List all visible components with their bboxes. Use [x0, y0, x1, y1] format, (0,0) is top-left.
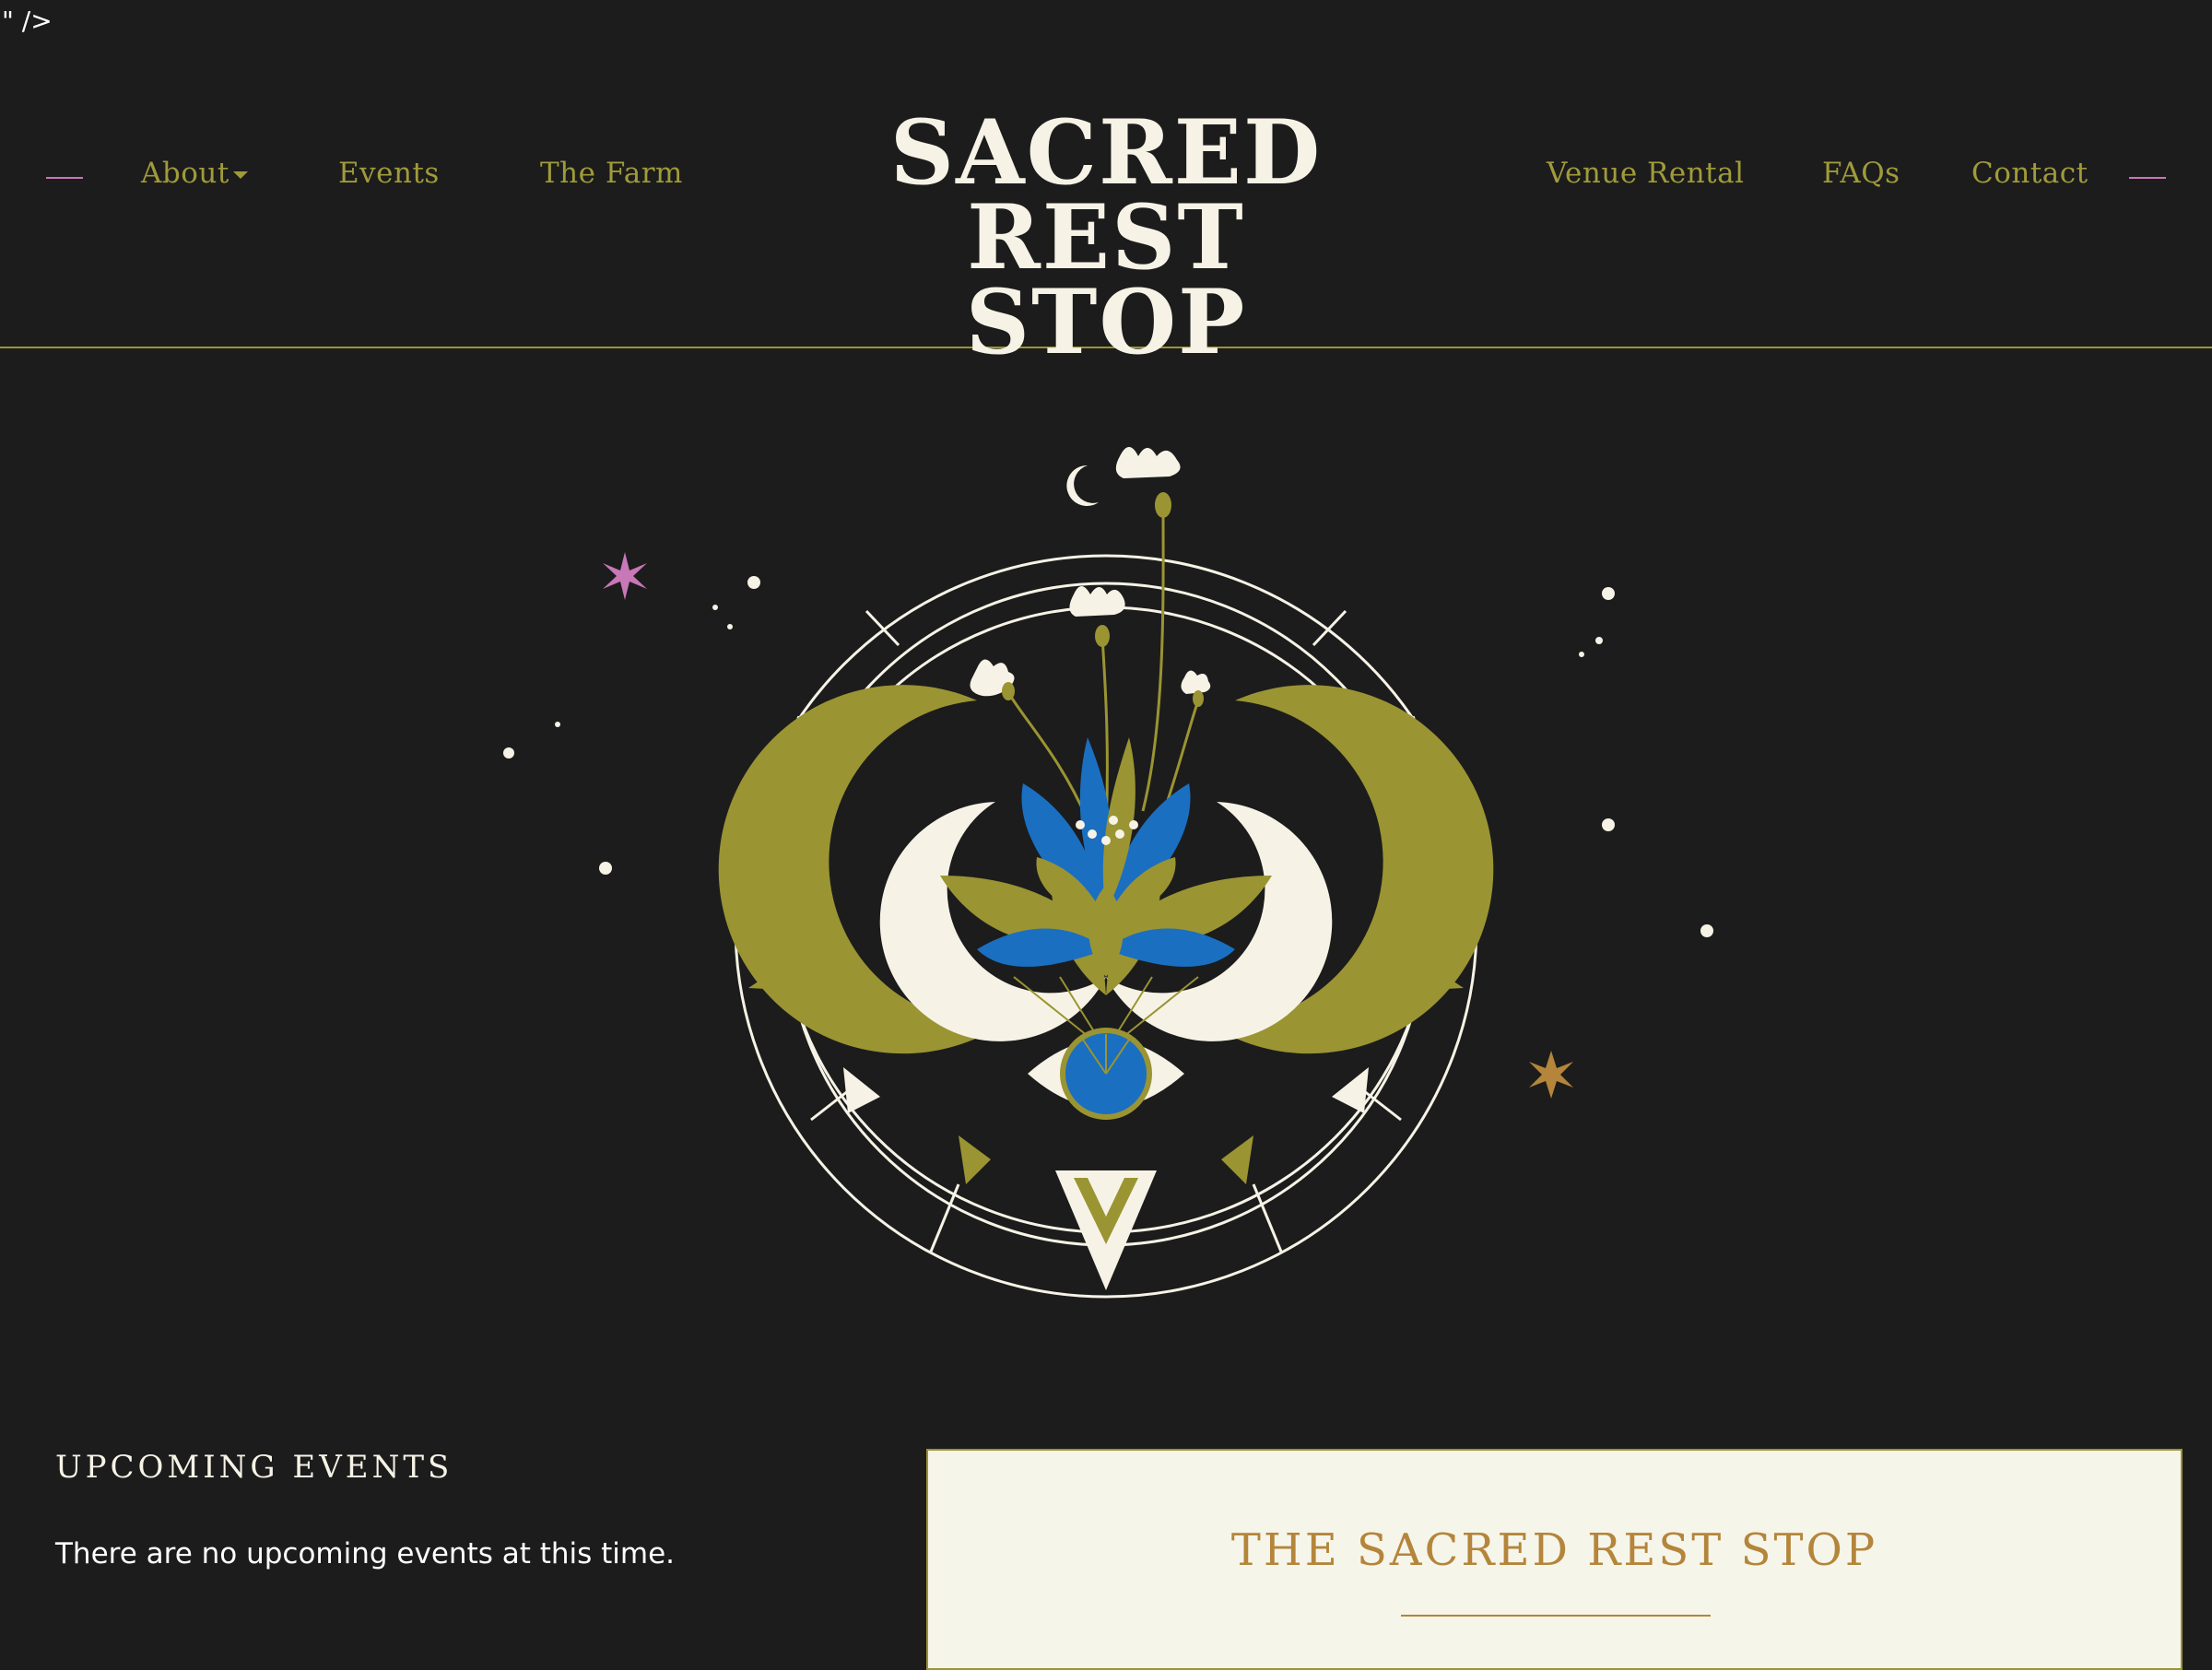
nav-contact[interactable]: Contact	[1971, 157, 2088, 190]
events-empty-message: There are no upcoming events at this tim…	[55, 1537, 676, 1570]
small-moon-icon	[1066, 465, 1099, 506]
upcoming-events-heading: UPCOMING EVENTS	[55, 1449, 453, 1486]
logo-line-1: SACRED	[889, 100, 1323, 205]
eye-icon	[1028, 1028, 1184, 1120]
nav-dash-left	[46, 177, 83, 179]
chevron-down-icon[interactable]	[233, 171, 248, 179]
nav-about[interactable]: About	[141, 157, 248, 190]
site-header: About Events The Farm SACRED REST STOP V…	[0, 0, 2212, 367]
nav-dash-right	[2129, 177, 2166, 179]
intro-card-title: THE SACRED REST STOP	[1230, 1524, 1878, 1576]
intro-card: THE SACRED REST STOP	[926, 1449, 2183, 1670]
copper-star-icon	[1529, 1051, 1573, 1099]
nav-about-label: About	[141, 157, 229, 190]
nav-venue-rental[interactable]: Venue Rental	[1547, 157, 1745, 190]
hero-illustration	[503, 447, 1713, 1299]
intro-card-divider	[1401, 1615, 1711, 1617]
nav-events[interactable]: Events	[338, 157, 440, 190]
pink-star-icon	[603, 552, 647, 600]
nav-the-farm[interactable]: The Farm	[540, 157, 683, 190]
nav-faqs[interactable]: FAQs	[1822, 157, 1900, 190]
logo-line-2: REST STOP	[965, 185, 1247, 374]
white-blossoms	[970, 447, 1211, 697]
site-logo[interactable]: SACRED REST STOP	[857, 100, 1355, 374]
